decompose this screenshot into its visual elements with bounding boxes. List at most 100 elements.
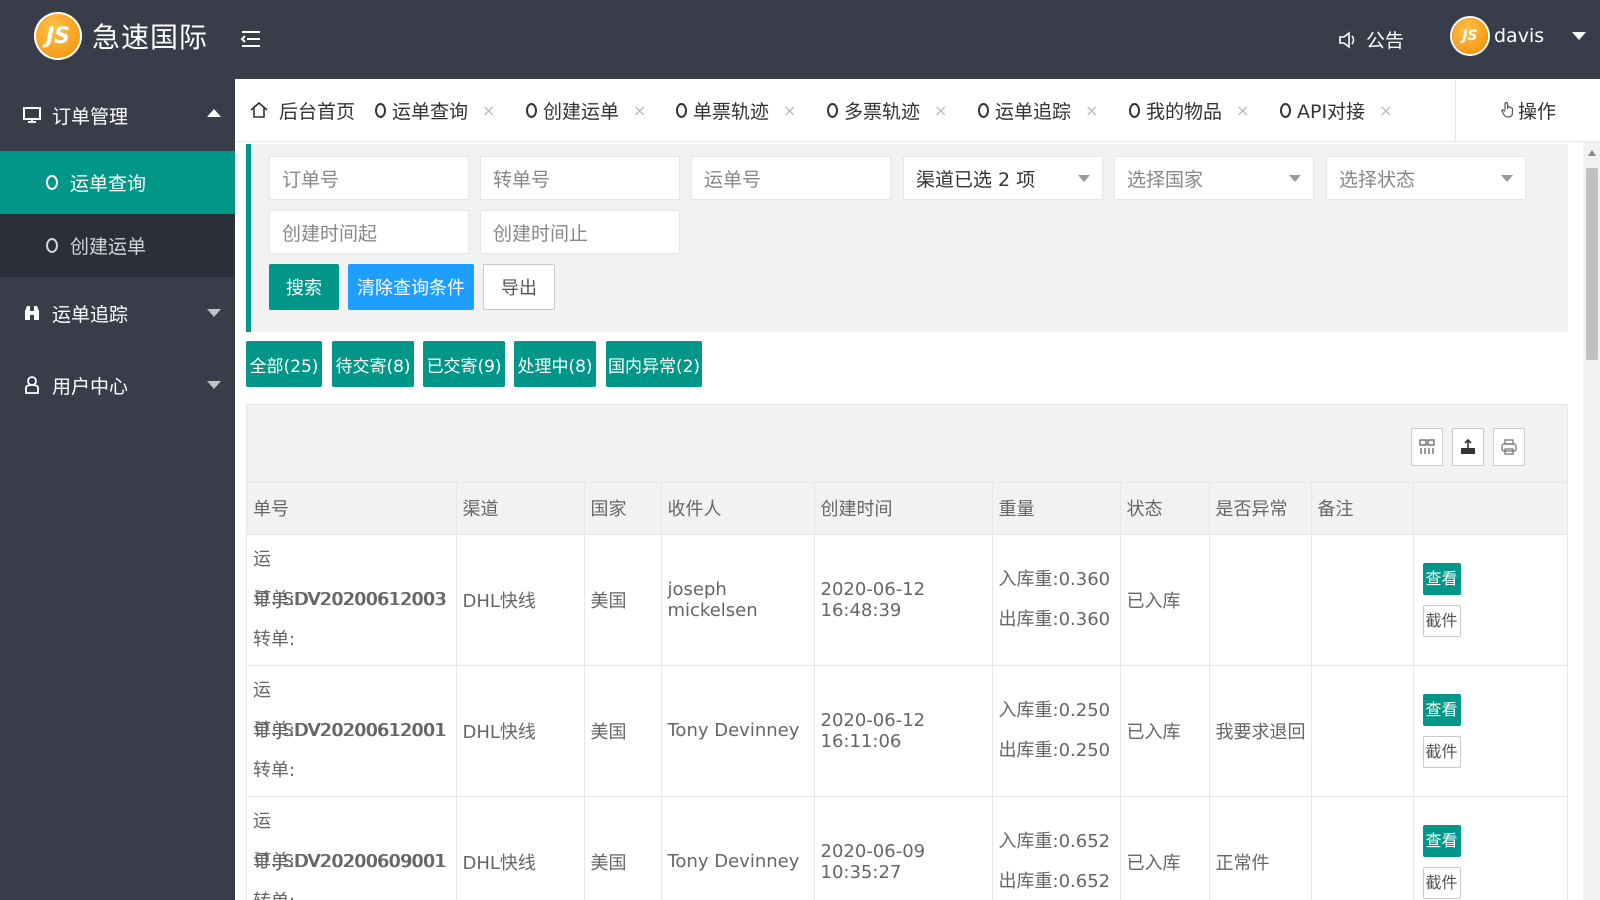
circle-icon: [676, 102, 687, 118]
cell-abnormal: 正常件: [1209, 796, 1312, 900]
intercept-button[interactable]: 截件: [1422, 604, 1461, 637]
status-tab-shipped[interactable]: 已交寄(9): [423, 341, 505, 387]
column-header[interactable]: 单号: [247, 483, 457, 535]
cell-channel: DHL快线: [456, 534, 585, 666]
user-name: davis: [1494, 25, 1545, 47]
search-button[interactable]: 搜索: [269, 264, 339, 310]
column-header[interactable]: 是否异常: [1209, 483, 1312, 535]
sidebar-group-tracking[interactable]: 运单追踪: [0, 277, 235, 349]
scroll-thumb[interactable]: [1586, 168, 1598, 360]
waybill-table: 单号 渠道 国家 收件人 创建时间 重量 状态 是否异常 备注 运单:JSDV2…: [246, 404, 1568, 900]
tab-multi-track[interactable]: 多票轨迹 ×: [827, 79, 947, 141]
column-header[interactable]: 创建时间: [814, 483, 993, 535]
column-header[interactable]: 国家: [584, 483, 662, 535]
brand-name: 急速国际: [92, 21, 209, 54]
cell-created: 2020-06-09 10:35:27: [814, 796, 993, 900]
status-tab-domestic-exception[interactable]: 国内异常(2): [606, 341, 702, 387]
notice-label: 公告: [1366, 30, 1405, 52]
cell-country: 美国: [584, 534, 662, 666]
weight-out: 出库重:0.652: [998, 870, 1111, 892]
close-icon[interactable]: ×: [783, 101, 796, 120]
export-button[interactable]: 导出: [483, 264, 555, 310]
tab-api[interactable]: API对接 ×: [1280, 79, 1392, 141]
scroll-up-icon[interactable]: [1588, 150, 1596, 156]
tab-waybill-tracking[interactable]: 运单追踪 ×: [978, 79, 1098, 141]
vertical-scrollbar[interactable]: [1583, 142, 1600, 900]
column-header[interactable]: 备注: [1311, 483, 1414, 535]
close-icon[interactable]: ×: [1085, 101, 1098, 120]
tab-operations-button[interactable]: 操作: [1455, 79, 1600, 141]
created-to-input[interactable]: 创建时间止: [480, 210, 680, 254]
weight-in: 入库重:0.360: [998, 568, 1111, 590]
tab-home[interactable]: 后台首页: [249, 79, 355, 141]
chevron-down-icon: [1572, 32, 1587, 40]
order-number-input[interactable]: 订单号: [269, 156, 469, 200]
column-header[interactable]: 重量: [992, 483, 1121, 535]
view-button[interactable]: 查看: [1422, 824, 1461, 857]
column-header[interactable]: 状态: [1120, 483, 1210, 535]
transfer-number-input[interactable]: 转单号: [480, 156, 680, 200]
transfer-number: 转单:: [253, 628, 296, 650]
intercept-button[interactable]: 截件: [1422, 735, 1461, 768]
cell-weight: 入库重:0.360 出库重:0.360: [992, 534, 1121, 666]
sidebar-group-user-center[interactable]: 用户中心: [0, 349, 235, 421]
avatar: JS: [1452, 18, 1488, 54]
sidebar-item-label: 运单查询: [70, 173, 147, 195]
logo-badge: JS: [34, 12, 82, 60]
close-icon[interactable]: ×: [934, 101, 947, 120]
sidebar-group-orders[interactable]: 订单管理: [0, 79, 235, 151]
tab-my-items[interactable]: 我的物品 ×: [1129, 79, 1249, 141]
cell-actions: 查看 截件: [1413, 665, 1568, 797]
tab-label: 多票轨迹: [844, 100, 921, 123]
sidebar-item-waybill-query[interactable]: 运单查询: [0, 151, 235, 214]
cell-weight: 入库重:0.250 出库重:0.250: [992, 665, 1121, 797]
circle-icon: [978, 102, 989, 118]
notice-link[interactable]: 公告: [1338, 26, 1404, 53]
print-icon[interactable]: [1493, 428, 1525, 466]
intercept-button[interactable]: 截件: [1422, 866, 1461, 899]
menu-toggle-icon[interactable]: [240, 28, 262, 50]
close-icon[interactable]: ×: [1379, 101, 1392, 120]
clear-filters-button[interactable]: 清除查询条件: [348, 264, 474, 310]
waybill-number-input[interactable]: 运单号: [691, 156, 891, 200]
country-select[interactable]: 选择国家: [1114, 156, 1314, 200]
status-tab-processing[interactable]: 处理中(8): [514, 341, 596, 387]
view-button[interactable]: 查看: [1422, 693, 1461, 726]
columns-icon[interactable]: [1411, 428, 1443, 466]
tab-create-waybill[interactable]: 创建运单 ×: [526, 79, 646, 141]
tab-single-track[interactable]: 单票轨迹 ×: [676, 79, 796, 141]
user-icon: [22, 375, 42, 395]
column-header[interactable]: 渠道: [456, 483, 585, 535]
brand-logo[interactable]: JS 急速国际: [34, 12, 208, 60]
cell-actions: 查看 截件: [1413, 534, 1568, 666]
close-icon[interactable]: ×: [482, 101, 495, 120]
status-select-value: 选择状态: [1339, 168, 1416, 191]
weight-out: 出库重:0.360: [998, 608, 1111, 630]
sidebar: 订单管理 运单查询 创建运单 运单追踪 用户中心: [0, 79, 235, 900]
cell-remark: [1311, 665, 1414, 797]
view-button[interactable]: 查看: [1422, 562, 1461, 595]
circle-icon: [46, 175, 58, 190]
created-from-input[interactable]: 创建时间起: [269, 210, 469, 254]
close-icon[interactable]: ×: [633, 101, 646, 120]
status-tab-all[interactable]: 全部(25): [246, 341, 322, 387]
chevron-down-icon: [207, 381, 221, 389]
status-tab-pending[interactable]: 待交寄(8): [332, 341, 414, 387]
cell-created: 2020-06-12 16:48:39: [814, 534, 993, 666]
sidebar-item-create-waybill[interactable]: 创建运单: [0, 214, 235, 277]
transfer-number: 转单:: [253, 759, 296, 781]
status-select[interactable]: 选择状态: [1326, 156, 1526, 200]
close-icon[interactable]: ×: [1236, 101, 1249, 120]
cell-recipient: joseph mickelsen: [661, 534, 815, 666]
waybill-number: 运单:JSDV20200612001: [253, 679, 446, 741]
export-icon[interactable]: [1452, 428, 1484, 466]
tab-waybill-query[interactable]: 运单查询 ×: [375, 79, 495, 141]
tab-label: API对接: [1297, 100, 1366, 123]
column-header[interactable]: 收件人: [661, 483, 815, 535]
sidebar-item-label: 创建运单: [70, 236, 147, 258]
circle-icon: [1280, 102, 1291, 118]
weight-out: 出库重:0.250: [998, 739, 1111, 761]
user-menu[interactable]: JS davis: [1452, 18, 1587, 54]
top-header: JS 急速国际 公告 JS davis: [0, 0, 1600, 79]
channel-select[interactable]: 渠道已选 2 项: [903, 156, 1103, 200]
